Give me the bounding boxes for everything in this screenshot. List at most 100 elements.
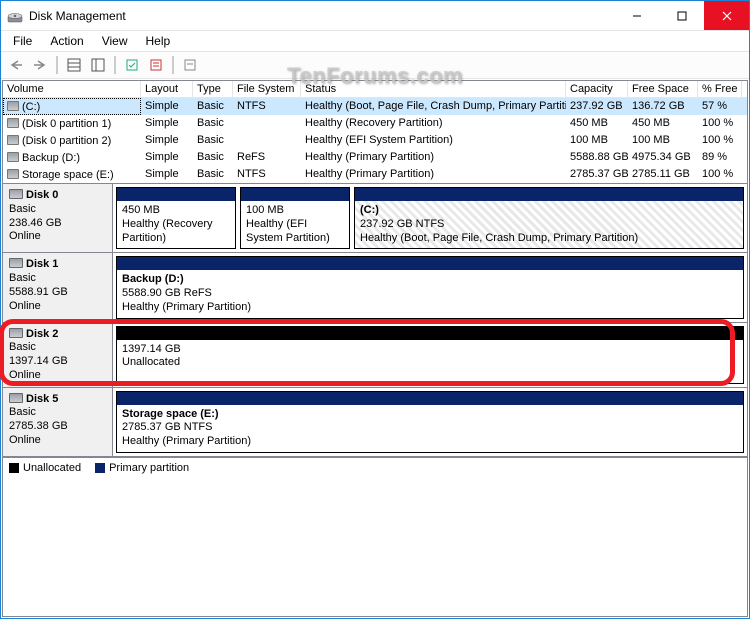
volume-type: Basic [193,149,233,166]
volume-list[interactable]: Volume Layout Type File System Status Ca… [2,80,748,184]
partition-box[interactable]: (C:)237.92 GB NTFSHealthy (Boot, Page Fi… [354,187,744,249]
legend-label-primary: Primary partition [109,462,189,474]
toolbar-separator [172,56,174,74]
back-button[interactable] [5,54,27,76]
volume-free: 450 MB [628,115,698,132]
view-button-1[interactable] [63,54,85,76]
menu-action[interactable]: Action [42,32,91,50]
partition-stripe [355,188,743,201]
disk-size: 238.46 GB [9,217,106,231]
volume-layout: Simple [141,132,193,149]
volume-capacity: 237.92 GB [566,98,628,115]
volume-capacity: 450 MB [566,115,628,132]
partition-label: Storage space (E:) [122,408,738,422]
volume-pctfree: 100 % [698,115,742,132]
menu-help[interactable]: Help [138,32,179,50]
volume-layout: Simple [141,166,193,183]
partition-stripe [117,392,743,405]
partition-box[interactable]: Backup (D:)5588.90 GB ReFSHealthy (Prima… [116,256,744,318]
view-button-2[interactable] [87,54,109,76]
col-capacity[interactable]: Capacity [566,81,628,97]
disk-state: Online [9,230,106,244]
volume-free: 4975.34 GB [628,149,698,166]
legend: Unallocated Primary partition [3,457,747,479]
disk-partitions: 1397.14 GBUnallocated [113,323,747,387]
col-pctfree[interactable]: % Free [698,81,742,97]
volume-free: 2785.11 GB [628,166,698,183]
col-type[interactable]: Type [193,81,233,97]
partition-size: 1397.14 GB [122,343,738,357]
partition-box[interactable]: 100 MBHealthy (EFI System Partition) [240,187,350,249]
volume-icon [7,118,19,128]
properties-button[interactable] [145,54,167,76]
forward-button[interactable] [29,54,51,76]
volume-layout: Simple [141,149,193,166]
volume-row[interactable]: (Disk 0 partition 2)SimpleBasicHealthy (… [3,132,747,149]
disk-row[interactable]: Disk 0Basic238.46 GBOnline450 MBHealthy … [3,184,747,253]
close-button[interactable] [704,1,749,30]
help-button[interactable] [179,54,201,76]
disk-partitions: 450 MBHealthy (Recovery Partition)100 MB… [113,184,747,252]
volume-name: Storage space (E:) [22,169,114,181]
disk-info[interactable]: Disk 1Basic5588.91 GBOnline [3,253,113,321]
toolbar-separator [114,56,116,74]
volume-status: Healthy (Primary Partition) [301,149,566,166]
titlebar[interactable]: Disk Management [1,1,749,31]
partition-status: Healthy (Boot, Page File, Crash Dump, Pr… [360,232,738,246]
disk-row[interactable]: Disk 5Basic2785.38 GBOnlineStorage space… [3,388,747,457]
menu-view[interactable]: View [94,32,136,50]
volume-fs: NTFS [233,166,301,183]
partition-label: (C:) [360,204,738,218]
volume-status: Healthy (Recovery Partition) [301,115,566,132]
disk-icon [9,393,23,403]
col-layout[interactable]: Layout [141,81,193,97]
legend-label-unallocated: Unallocated [23,462,81,474]
volume-fs [233,132,301,149]
disk-size: 5588.91 GB [9,286,106,300]
partition-status: Healthy (Recovery Partition) [122,218,230,246]
legend-swatch-primary [95,463,105,473]
disk-state: Online [9,369,106,383]
col-freespace[interactable]: Free Space [628,81,698,97]
col-filesystem[interactable]: File System [233,81,301,97]
volume-fs: ReFS [233,149,301,166]
disk-icon [9,328,23,338]
volume-fs: NTFS [233,98,301,115]
disk-type: Basic [9,406,106,420]
partition-size: 2785.37 GB NTFS [122,421,738,435]
partition-label: Backup (D:) [122,273,738,287]
partition-status: Healthy (Primary Partition) [122,301,738,315]
volume-row[interactable]: (C:)SimpleBasicNTFSHealthy (Boot, Page F… [3,98,747,115]
disk-row[interactable]: Disk 2Basic1397.14 GBOnline1397.14 GBUna… [3,323,747,388]
volume-row[interactable]: Storage space (E:)SimpleBasicNTFSHealthy… [3,166,747,183]
disk-row[interactable]: Disk 1Basic5588.91 GBOnlineBackup (D:)55… [3,253,747,322]
partition-size: 450 MB [122,204,230,218]
disk-info[interactable]: Disk 2Basic1397.14 GBOnline [3,323,113,387]
partition-stripe [117,188,235,201]
partition-size: 5588.90 GB ReFS [122,287,738,301]
partition-box[interactable]: 450 MBHealthy (Recovery Partition) [116,187,236,249]
refresh-button[interactable] [121,54,143,76]
disk-name: Disk 0 [26,189,58,201]
partition-box[interactable]: Storage space (E:)2785.37 GB NTFSHealthy… [116,391,744,453]
partition-size: 237.92 GB NTFS [360,218,738,232]
disk-info[interactable]: Disk 0Basic238.46 GBOnline [3,184,113,252]
volume-row[interactable]: Backup (D:)SimpleBasicReFSHealthy (Prima… [3,149,747,166]
partition-box[interactable]: 1397.14 GBUnallocated [116,326,744,384]
disk-info[interactable]: Disk 5Basic2785.38 GBOnline [3,388,113,456]
menu-file[interactable]: File [5,32,40,50]
volume-list-header[interactable]: Volume Layout Type File System Status Ca… [3,81,747,98]
volume-capacity: 2785.37 GB [566,166,628,183]
partition-size: 100 MB [246,204,344,218]
disk-icon [9,189,23,199]
volume-capacity: 5588.88 GB [566,149,628,166]
col-volume[interactable]: Volume [3,81,141,97]
disk-type: Basic [9,272,106,286]
disk-partitions: Storage space (E:)2785.37 GB NTFSHealthy… [113,388,747,456]
maximize-button[interactable] [659,1,704,30]
volume-row[interactable]: (Disk 0 partition 1)SimpleBasicHealthy (… [3,115,747,132]
volume-pctfree: 89 % [698,149,742,166]
minimize-button[interactable] [614,1,659,30]
col-status[interactable]: Status [301,81,566,97]
disk-graphical-view[interactable]: Disk 0Basic238.46 GBOnline450 MBHealthy … [2,184,748,617]
